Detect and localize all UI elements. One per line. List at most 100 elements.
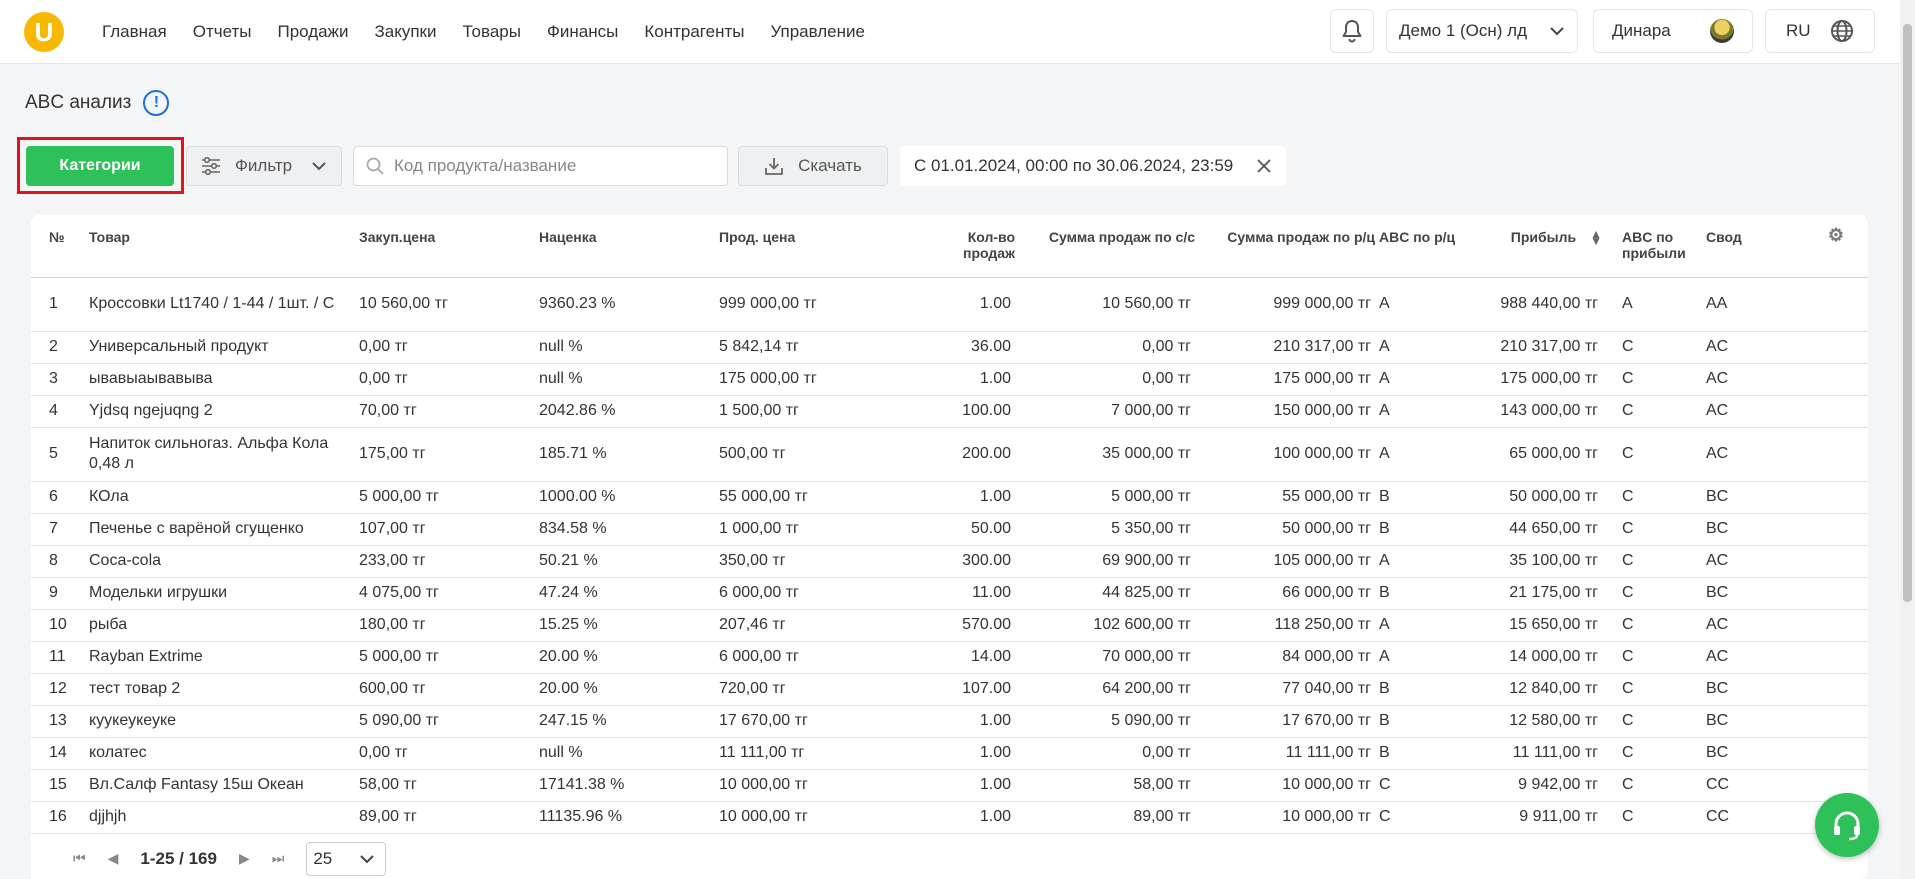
nav-item-products[interactable]: Товары [462,22,520,42]
cell-sales-qty: 1.00 [895,769,1015,802]
cell-sales-cost-sum: 10 560,00 тг [1015,277,1195,332]
nav-item-sales[interactable]: Продажи [277,22,348,42]
language-select[interactable]: RU [1765,9,1875,53]
product-name: Yjdsq ngejuqng 2 [89,402,213,419]
download-button[interactable]: Скачать [738,146,888,186]
cell-product: Модельки игрушки [85,577,355,610]
table-row[interactable]: 2 Универсальный продукт 0,00 тг null % 5 842… [31,331,1868,364]
date-range-chip[interactable]: С 01.01.2024, 00:00 по 30.06.2024, 23:59 [900,146,1286,186]
cell-summary: AC [1692,395,1868,428]
col-header-summary[interactable]: Свод ⚙ [1692,215,1868,278]
col-header-profit[interactable]: Прибыль ▲ ▼ [1477,215,1602,278]
table-header-row: № Товар Закуп.цена Наценка Прод. цена Ко… [31,215,1868,278]
nav-item-finance[interactable]: Финансы [547,22,618,42]
cell-sales-cost-sum: 5 090,00 тг [1015,705,1195,738]
page-scrollbar[interactable] [1900,0,1915,879]
col-header-sales-cost-sum[interactable]: Сумма продаж по с/с [1015,215,1195,278]
cell-profit: 9 942,00 тг [1477,769,1602,802]
table-row[interactable]: 9 Модельки игрушки 4 075,00 тг 47.24 % 6 000… [31,577,1868,610]
table-row[interactable]: 13 куукеукеуке 5 090,00 тг 247.15 % 17 670,0… [31,705,1868,738]
search-input[interactable] [394,156,714,176]
col-header-abc-retail[interactable]: ABC по р/ц [1375,215,1477,278]
user-menu[interactable]: Динара [1593,9,1753,53]
nav-item-purchases[interactable]: Закупки [374,22,436,42]
cell-sales-retail-sum: 55 000,00 тг [1195,481,1375,514]
cell-sale-price: 500,00 тг [715,427,895,482]
search-box[interactable] [353,146,728,186]
cell-profit: 44 650,00 тг [1477,513,1602,546]
cell-markup: 50.21 % [535,545,715,578]
cell-purchase-price: 0,00 тг [355,737,535,770]
cell-purchase-price: 5 000,00 тг [355,641,535,674]
cell-purchase-price: 0,00 тг [355,331,535,364]
cell-summary: AC [1692,609,1868,642]
cell-summary: AA [1692,277,1868,332]
scrollbar-thumb[interactable] [1903,24,1912,602]
cell-number: 9 [31,577,85,610]
table-row[interactable]: 14 колатес 0,00 тг null % 11 111,00 тг 1.00 0,… [31,737,1868,770]
first-page-icon[interactable]: ⏮ [73,850,86,867]
cell-markup: 185.71 % [535,427,715,482]
cell-abc-retail: A [1375,609,1477,642]
categories-button[interactable]: Категории [26,146,174,186]
col-header-product[interactable]: Товар [85,215,355,278]
cell-profit: 11 111,00 тг [1477,737,1602,770]
col-header-sales-retail-sum[interactable]: Сумма продаж по р/ц [1195,215,1375,278]
cell-sales-retail-sum: 17 670,00 тг [1195,705,1375,738]
cell-sales-cost-sum: 89,00 тг [1015,801,1195,834]
cell-sales-qty: 1.00 [895,737,1015,770]
nav-item-management[interactable]: Управление [770,22,865,42]
nav-item-home[interactable]: Главная [102,22,167,42]
nav-item-counterparties[interactable]: Контрагенты [644,22,744,42]
table-row[interactable]: 8 Coca-cola 233,00 тг 50.21 % 350,00 тг 300.0… [31,545,1868,578]
cell-sales-cost-sum: 0,00 тг [1015,331,1195,364]
cell-number: 7 [31,513,85,546]
col-header-sales-qty[interactable]: Кол-во продаж [895,215,1015,278]
cell-sale-price: 720,00 тг [715,673,895,706]
table-row[interactable]: 5 Напиток сильногаз. Альфа Кола 0,48 л 175… [31,427,1868,482]
table-row[interactable]: 1 Кроссовки Lt1740 / 1-44 / 1шт. / C 10 56… [31,277,1868,332]
prev-page-icon[interactable]: ◀ [108,850,119,867]
support-button[interactable] [1815,793,1879,857]
nav-item-reports[interactable]: Отчеты [193,22,252,42]
cell-sales-retail-sum: 66 000,00 тг [1195,577,1375,610]
page-size-select[interactable]: 25 [306,841,387,876]
table-row[interactable]: 12 тест товар 2 600,00 тг 20.00 % 720,00 тг 1… [31,673,1868,706]
table-row[interactable]: 10 рыба 180,00 тг 15.25 % 207,46 тг 570.00 102… [31,609,1868,642]
cell-product: Кроссовки Lt1740 / 1-44 / 1шт. / C [85,277,355,332]
filter-button[interactable]: Фильтр [186,146,342,186]
last-page-icon[interactable]: ⏭ [272,850,285,867]
cell-number: 3 [31,363,85,396]
table-row[interactable]: 11 Rayban Extrime 5 000,00 тг 20.00 % 6 000,… [31,641,1868,674]
app-logo[interactable]: U [24,12,64,52]
sort-icon[interactable]: ▲ ▼ [1590,228,1602,247]
table-row[interactable]: 3 ывавыаывавыва 0,00 тг null % 175 000,00 тг… [31,363,1868,396]
cell-product: djjhjh [85,801,355,834]
close-icon[interactable] [1256,158,1272,174]
col-header-purchase-price[interactable]: Закуп.цена [355,215,535,278]
cell-abc-profit: C [1602,641,1692,674]
organization-select[interactable]: Демо 1 (Осн) лд [1386,9,1578,53]
cell-summary: BC [1692,481,1868,514]
col-header-sale-price[interactable]: Прод. цена [715,215,895,278]
cell-sales-cost-sum: 35 000,00 тг [1015,427,1195,482]
table-row[interactable]: 6 КОла 5 000,00 тг 1000.00 % 55 000,00 тг 1.0… [31,481,1868,514]
cell-sales-qty: 14.00 [895,641,1015,674]
product-name: Кроссовки Lt1740 / 1-44 / 1шт. / C [89,295,335,312]
info-icon[interactable]: ! [143,90,170,116]
table-row[interactable]: 15 Вл.Салф Fantasy 15ш Океан 58,00 тг 17141… [31,769,1868,802]
headset-icon [1834,811,1860,841]
gear-icon[interactable]: ⚙ [1828,225,1844,246]
notifications-button[interactable] [1330,9,1374,53]
table-row[interactable]: 16 djjhjh 89,00 тг 11135.96 % 10 000,00 тг 1.… [31,801,1868,834]
col-header-number[interactable]: № [31,215,85,278]
col-header-abc-profit[interactable]: ABC по прибыли [1602,215,1692,278]
cell-markup: null % [535,331,715,364]
table-row[interactable]: 7 Печенье с варёной сгущенко 107,00 тг 834.… [31,513,1868,546]
product-name: ывавыаывавыва [89,370,213,387]
cell-sale-price: 6 000,00 тг [715,577,895,610]
cell-sales-retail-sum: 999 000,00 тг [1195,277,1375,332]
table-row[interactable]: 4 Yjdsq ngejuqng 2 70,00 тг 2042.86 % 1 500,… [31,395,1868,428]
next-page-icon[interactable]: ▶ [239,850,250,867]
col-header-markup[interactable]: Наценка [535,215,715,278]
